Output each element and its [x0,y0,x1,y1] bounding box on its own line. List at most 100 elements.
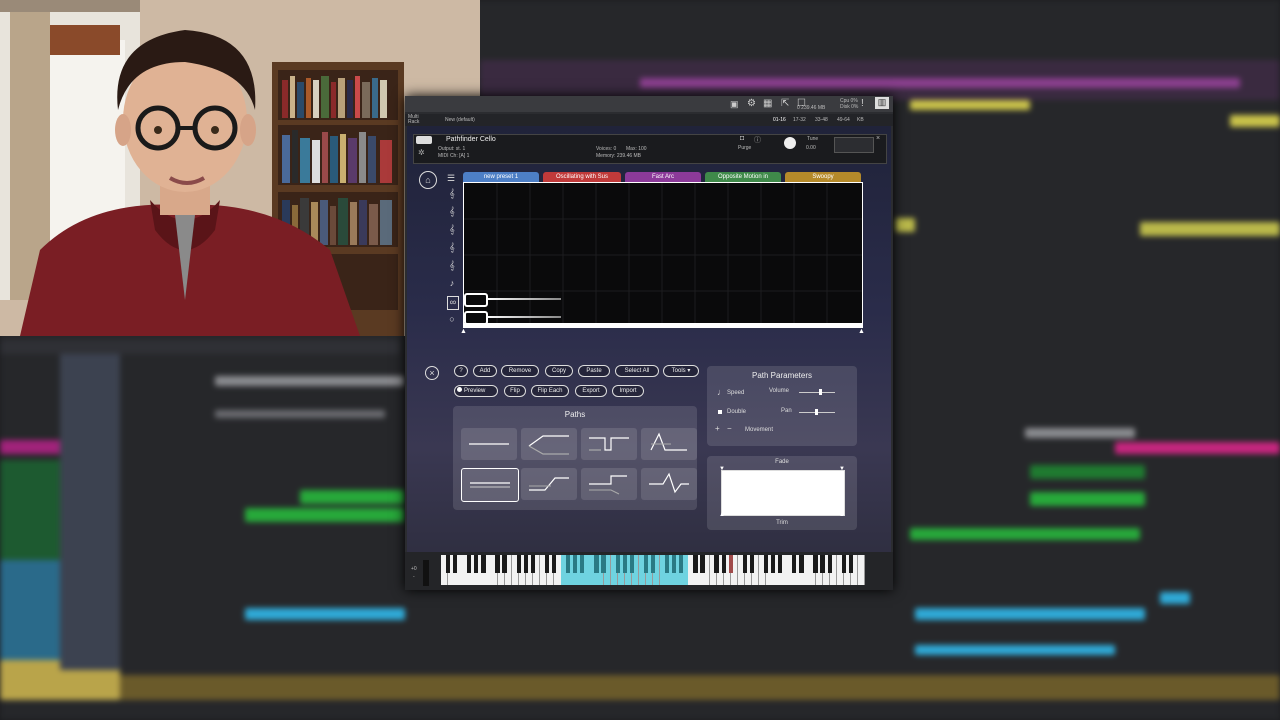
black-key[interactable] [813,555,818,573]
remove-button[interactable]: Remove [501,365,539,377]
black-key[interactable] [771,555,776,573]
help-button[interactable]: ? [454,365,468,377]
max-voices-label[interactable]: Max: 100 [626,146,647,152]
fade-out-handle[interactable]: ▼ [839,466,845,472]
black-key[interactable] [566,555,571,573]
loop-icon[interactable]: ○ [447,314,457,326]
black-key[interactable] [799,555,804,573]
octave-up-label[interactable]: +0 [411,566,417,572]
fade-in-handle[interactable]: ▼ [719,466,725,472]
black-key[interactable] [622,555,627,573]
black-key[interactable] [672,555,677,573]
fade-envelope[interactable] [721,470,845,516]
link-icon[interactable]: ∞ [447,296,459,310]
black-key[interactable] [820,555,825,573]
path-preset-spike-double[interactable] [641,468,697,500]
volume-slider[interactable] [799,392,835,393]
white-key[interactable] [857,555,866,585]
black-key[interactable] [467,555,472,573]
black-key[interactable] [502,555,507,573]
pitch-wheel[interactable] [423,560,429,586]
path-handle-1[interactable] [464,293,488,307]
range-tab-3[interactable]: 33-48 [815,117,828,123]
articulation-icon-1[interactable]: 𝄞 [447,188,457,200]
black-key[interactable] [700,555,705,573]
tools-dropdown[interactable]: Tools ▾ [663,365,699,377]
black-key[interactable] [848,555,853,573]
movement-minus-button[interactable]: − [727,424,732,433]
output-label[interactable]: Output: st. 1 [438,146,465,152]
black-key[interactable] [453,555,458,573]
black-key[interactable] [523,555,528,573]
black-key[interactable] [714,555,719,573]
path-preset-straight[interactable] [461,428,517,460]
black-key[interactable] [792,555,797,573]
path-line-2[interactable] [486,316,561,318]
tab-preset-2[interactable]: Oscillating with Sus [543,172,621,182]
home-icon[interactable]: ⌂ [419,171,437,189]
timeline-bar[interactable] [464,323,862,327]
path-preset-double-straight[interactable] [461,468,519,502]
tools-wrench-icon[interactable]: ✲ [418,148,425,157]
octave-down-label[interactable]: - [413,574,415,580]
articulation-icon-6[interactable]: ♪ [447,278,457,290]
tab-preset-5[interactable]: Swoopy [785,172,861,182]
black-key[interactable] [495,555,500,573]
black-key[interactable] [601,555,606,573]
black-key[interactable] [841,555,846,573]
black-key[interactable] [778,555,783,573]
black-key[interactable] [530,555,535,573]
start-marker-icon[interactable]: ▲ [460,328,467,335]
black-key[interactable] [665,555,670,573]
copy-button[interactable]: Copy [545,365,573,377]
black-key[interactable] [629,555,634,573]
browser-icon[interactable]: ⇱ [781,98,789,109]
flip-button[interactable]: Flip [504,385,526,397]
menu-icon[interactable]: ☰ [447,173,455,184]
black-key[interactable] [551,555,557,573]
range-tab-kb[interactable]: KB [857,117,864,123]
midi-channel-label[interactable]: MIDI Ch: [A] 1 [438,153,469,159]
add-button[interactable]: Add [473,365,497,377]
tab-preset-4[interactable]: Opposite Motion in [705,172,781,182]
black-key[interactable] [445,555,451,573]
black-key[interactable] [573,555,578,573]
black-key[interactable] [721,555,726,573]
black-key[interactable] [742,555,747,573]
end-marker-icon[interactable]: ▲ [858,328,865,335]
select-all-button[interactable]: Select All [615,365,659,377]
black-key[interactable] [749,555,755,573]
black-key[interactable] [693,555,698,573]
black-key[interactable] [679,555,684,573]
camera-icon[interactable]: ◘ [740,135,744,142]
black-key[interactable] [580,555,585,573]
black-key[interactable] [544,555,550,573]
black-key[interactable] [728,555,733,573]
articulation-icon-5[interactable]: 𝄞 [447,260,457,272]
tab-preset-1[interactable]: new preset 1 [463,172,539,182]
black-key[interactable] [481,555,486,573]
trim-end-handle[interactable]: ▲ [839,512,845,518]
articulation-icon-3[interactable]: 𝄞 [447,224,457,236]
path-line-1[interactable] [486,298,561,300]
tune-knob[interactable] [784,137,796,149]
flip-each-button[interactable]: Flip Each [531,385,569,397]
paste-button[interactable]: Paste [578,365,610,377]
close-instrument-icon[interactable]: × [876,135,880,142]
black-key[interactable] [594,555,599,573]
pan-slider-handle[interactable] [815,409,818,415]
range-tab-2[interactable]: 17-32 [793,117,806,123]
info-icon[interactable]: ⓘ [754,135,761,145]
articulation-icon-2[interactable]: 𝄞 [447,206,457,218]
black-key[interactable] [763,555,769,573]
black-key[interactable] [650,555,656,573]
path-preset-diverge[interactable] [521,428,577,460]
path-editor[interactable] [463,182,863,328]
export-button[interactable]: Export [575,385,607,397]
trim-start-handle[interactable]: ▲ [719,512,725,518]
path-preset-step[interactable] [581,428,637,460]
black-key[interactable] [643,555,649,573]
alert-icon[interactable]: ! [861,98,864,109]
purge-label[interactable]: Purge [738,145,751,151]
double-checkbox[interactable] [718,410,722,414]
